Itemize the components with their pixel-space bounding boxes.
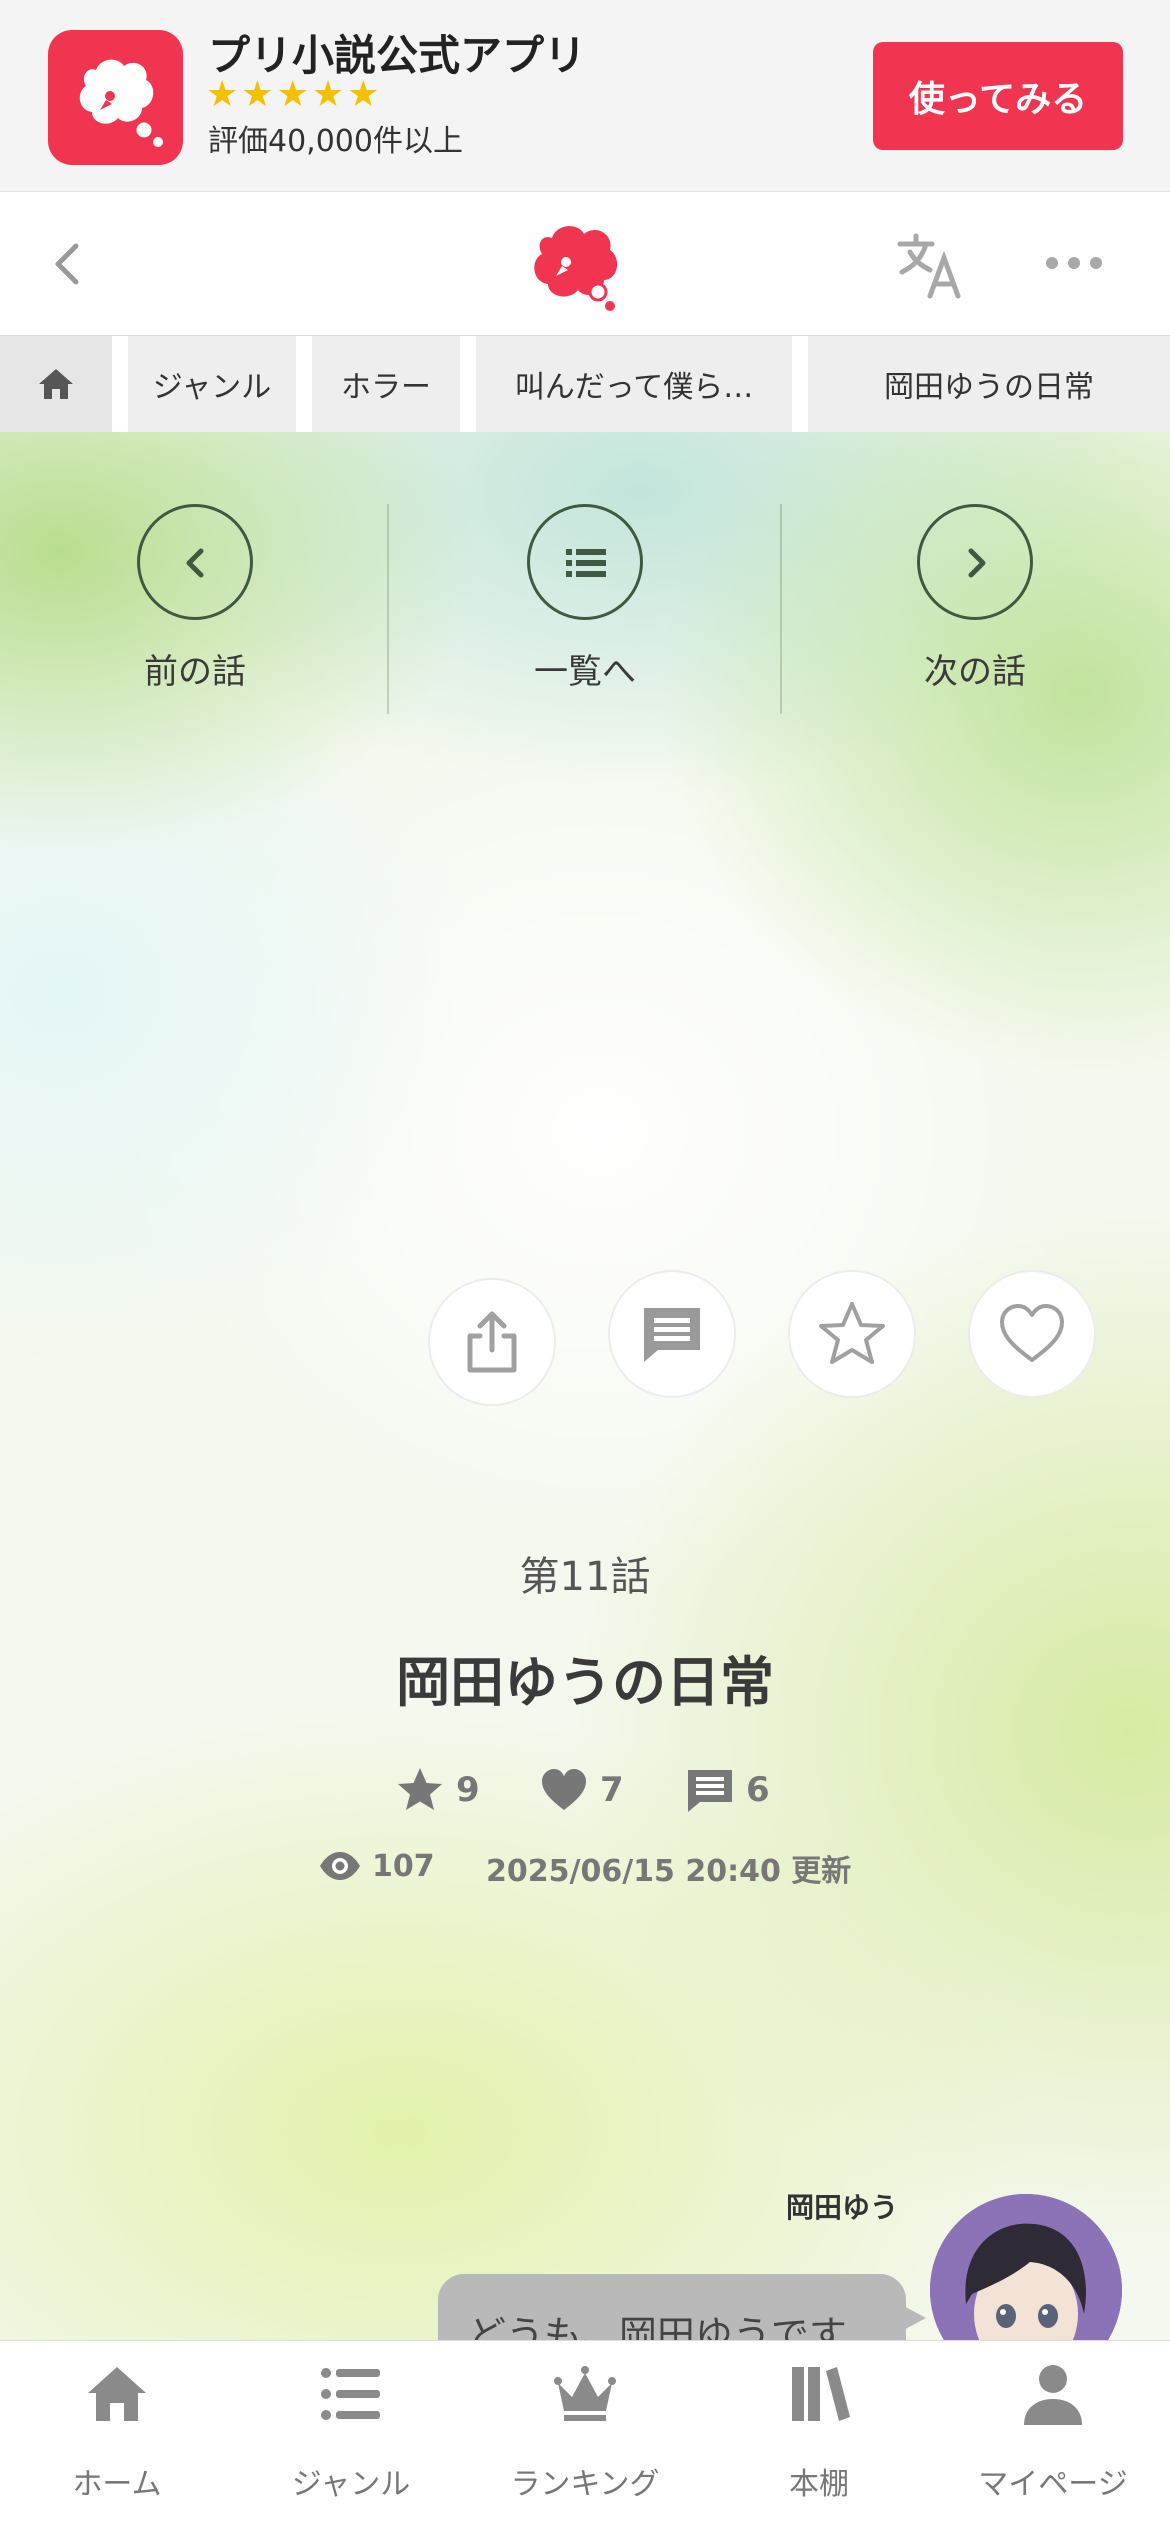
stars-count: 9 [456,1770,480,1810]
person-icon [1024,2365,1082,2425]
star-icon: ★ [241,74,274,115]
episode-title: 岡田ゆうの日常 [396,1651,774,1714]
app-rating-text: 評価40,000件以上 [208,124,463,159]
list-icon [566,549,606,577]
nav-divider [780,504,782,714]
tab-home[interactable]: ホーム [0,2341,234,2532]
top-header [0,192,1170,336]
tab-mypage[interactable]: マイページ [936,2341,1170,2532]
stars-stat: 9 [394,1764,480,1816]
likes-count: 7 [600,1770,624,1810]
episode-number: 第11話 [519,1554,651,1600]
use-app-button[interactable]: 使ってみる [873,42,1123,150]
star-outline-icon [819,1302,885,1364]
comment-button[interactable] [608,1270,736,1398]
chevron-right-icon [968,548,986,578]
breadcrumb-separator [460,336,476,432]
comment-icon [644,1308,700,1362]
breadcrumb: ジャンル ホラー 叫んだって僕ら… 岡田ゆうの日常 [0,336,1170,432]
episode-list-label: 一覧へ [534,652,636,692]
views-stat: 107 [318,1844,435,1888]
heart-outline-icon [1000,1304,1064,1362]
breadcrumb-separator [296,336,312,432]
views-count: 107 [372,1848,435,1884]
app-rating-stars: ★ ★ ★ ★ ★ [206,76,379,114]
prev-episode-button[interactable]: 前の話 [0,502,390,692]
favorite-button[interactable] [788,1270,916,1398]
prev-episode-label: 前の話 [144,652,246,692]
next-episode-label: 次の話 [924,652,1026,692]
tab-bookshelf-label: 本棚 [789,2467,849,2502]
more-icon[interactable] [1044,248,1104,278]
breadcrumb-item-genre[interactable]: ジャンル [128,336,296,432]
list-icon [321,2368,380,2420]
home-icon [88,2367,146,2421]
comments-stat: 6 [684,1764,770,1816]
next-episode-button[interactable]: 次の話 [780,502,1170,692]
chat-speaker-name: 岡田ゆう [786,2191,899,2224]
episode-list-button[interactable]: 一覧へ [390,502,780,692]
like-button[interactable] [968,1270,1096,1398]
breadcrumb-item-story[interactable]: 叫んだって僕ら… [476,336,792,432]
tab-ranking-label: ランキング [510,2467,660,2502]
tab-bookshelf[interactable]: 本棚 [702,2341,936,2532]
eye-icon [320,1852,360,1880]
home-icon [39,369,73,399]
comments-count: 6 [746,1770,770,1810]
nav-divider [387,504,389,714]
logo-icon[interactable] [524,218,624,314]
tab-mypage-label: マイページ [978,2467,1128,2502]
app-banner: プリ小説公式アプリ ★ ★ ★ ★ ★ 評価40,000件以上 使ってみる [0,0,1170,192]
tab-genre[interactable]: ジャンル [234,2341,468,2532]
next-circle [917,504,1033,620]
crown-icon [554,2366,616,2421]
star-icon: ★ [311,74,345,115]
episode-meta: 107 2025/06/15 20:40 更新 [0,1844,1170,1889]
app-logo-icon[interactable] [48,30,183,165]
star-icon: ★ [276,74,309,115]
heart-icon [542,1769,586,1810]
episode-nav: 前の話 一覧へ 次の話 [0,502,1170,692]
breadcrumb-separator [112,336,128,432]
episode-content: 前の話 一覧へ 次の話 第11話 岡田ゆうの日常 9 7 6 107 2025/… [0,432,1170,2386]
chevron-left-icon [186,548,204,578]
tab-ranking[interactable]: ランキング [468,2341,702,2532]
translate-icon[interactable] [896,230,966,300]
tab-home-label: ホーム [72,2467,162,2502]
bookshelf-icon [792,2367,850,2421]
likes-stat: 7 [538,1764,624,1816]
star-icon: ★ [206,74,239,115]
comment-icon [688,1770,732,1812]
chat-bubble-tail [900,2304,926,2332]
breadcrumb-separator [792,336,808,432]
tab-genre-label: ジャンル [291,2467,411,2502]
bottom-nav: ホーム ジャンル ランキング 本棚 マイページ [0,2340,1170,2532]
share-icon [467,1311,517,1373]
back-icon[interactable] [46,236,86,292]
breadcrumb-item-episode: 岡田ゆうの日常 [808,336,1170,432]
page: プリ小説公式アプリ ★ ★ ★ ★ ★ 評価40,000件以上 使ってみる ジャ… [0,0,1170,2532]
star-icon [398,1768,442,1810]
breadcrumb-home[interactable] [0,336,112,432]
list-circle [527,504,643,620]
share-button[interactable] [428,1278,556,1406]
updated-date: 2025/06/15 20:40 更新 [486,1854,852,1889]
episode-stats: 9 7 6 [0,1764,1170,1824]
breadcrumb-item-horror[interactable]: ホラー [312,336,460,432]
star-icon: ★ [347,74,380,115]
prev-circle [137,504,253,620]
